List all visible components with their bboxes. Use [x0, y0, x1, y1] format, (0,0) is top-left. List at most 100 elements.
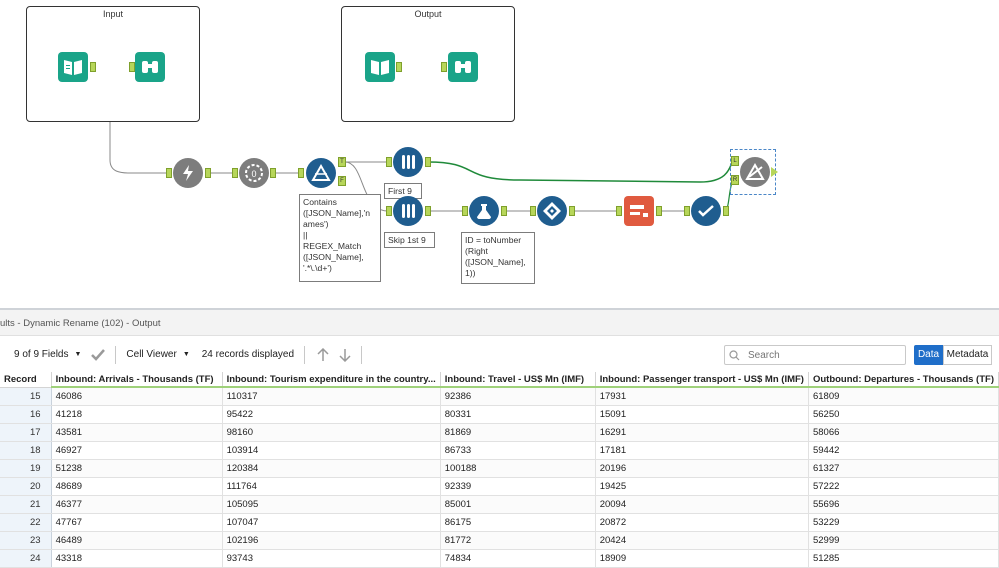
- table-cell[interactable]: 17931: [595, 387, 809, 406]
- table-cell[interactable]: 53229: [808, 513, 999, 532]
- input-anchor[interactable]: [684, 206, 690, 216]
- search-input[interactable]: [746, 348, 900, 362]
- table-cell[interactable]: 43318: [51, 549, 223, 568]
- table-cell[interactable]: 107047: [222, 513, 441, 532]
- column-header[interactable]: Outbound: Departures - Thousands (TF): [808, 372, 999, 388]
- table-cell[interactable]: 51285: [808, 549, 999, 568]
- join-icon[interactable]: [740, 157, 770, 187]
- table-cell[interactable]: 58066: [808, 423, 999, 442]
- arrow-up-icon[interactable]: [317, 347, 329, 362]
- table-cell[interactable]: 52999: [808, 531, 999, 550]
- record-number[interactable]: 23: [0, 531, 52, 550]
- table-cell[interactable]: 20872: [595, 513, 809, 532]
- output-anchor[interactable]: [90, 62, 96, 72]
- input-anchor[interactable]: [441, 62, 447, 72]
- table-row[interactable]: 18 46927 103914 86733 17181 59442: [0, 441, 999, 460]
- record-number[interactable]: 21: [0, 495, 52, 514]
- table-cell[interactable]: 16291: [595, 423, 809, 442]
- record-number[interactable]: 18: [0, 441, 52, 460]
- output-anchor[interactable]: [396, 62, 402, 72]
- table-cell[interactable]: 85001: [440, 495, 596, 514]
- table-cell[interactable]: 81772: [440, 531, 596, 550]
- record-number[interactable]: 19: [0, 459, 52, 478]
- input-anchor[interactable]: [386, 157, 392, 167]
- arrow-down-icon[interactable]: [339, 348, 351, 362]
- input-anchor[interactable]: [386, 206, 392, 216]
- select-icon[interactable]: [691, 196, 721, 226]
- table-cell[interactable]: 56250: [808, 405, 999, 424]
- cell-viewer-dropdown[interactable]: Cell Viewer ▼: [126, 349, 189, 360]
- table-cell[interactable]: 120384: [222, 459, 441, 478]
- sample-icon[interactable]: [393, 196, 423, 226]
- record-number[interactable]: 22: [0, 513, 52, 532]
- table-cell[interactable]: 92339: [440, 477, 596, 496]
- table-cell[interactable]: 111764: [222, 477, 441, 496]
- formula-icon[interactable]: [469, 196, 499, 226]
- record-number[interactable]: 16: [0, 405, 52, 424]
- table-cell[interactable]: 86175: [440, 513, 596, 532]
- browse-icon[interactable]: [448, 52, 478, 82]
- container-input[interactable]: Input: [26, 6, 200, 122]
- input-anchor[interactable]: [298, 168, 304, 178]
- table-row[interactable]: 19 51238 120384 100188 20196 61327: [0, 459, 999, 478]
- output-anchor[interactable]: [205, 168, 211, 178]
- column-header[interactable]: Inbound: Tourism expenditure in the coun…: [222, 372, 441, 388]
- output-arrow[interactable]: [771, 167, 778, 177]
- table-cell[interactable]: 95422: [222, 405, 441, 424]
- table-cell[interactable]: 41218: [51, 405, 223, 424]
- table-cell[interactable]: 20196: [595, 459, 809, 478]
- true-anchor[interactable]: T: [338, 157, 346, 167]
- table-cell[interactable]: 81869: [440, 423, 596, 442]
- table-row[interactable]: 24 43318 93743 74834 18909 51285: [0, 549, 999, 568]
- table-cell[interactable]: 61327: [808, 459, 999, 478]
- table-cell[interactable]: 59442: [808, 441, 999, 460]
- table-cell[interactable]: 80331: [440, 405, 596, 424]
- table-cell[interactable]: 61809: [808, 387, 999, 406]
- column-header[interactable]: Inbound: Passenger transport - US$ Mn (I…: [595, 372, 809, 388]
- record-number[interactable]: 24: [0, 549, 52, 568]
- table-cell[interactable]: 46086: [51, 387, 223, 406]
- table-cell[interactable]: 74834: [440, 549, 596, 568]
- checkmark-icon[interactable]: [91, 348, 106, 361]
- filter-icon[interactable]: [306, 158, 336, 188]
- table-cell[interactable]: 103914: [222, 441, 441, 460]
- table-cell[interactable]: 51238: [51, 459, 223, 478]
- column-header[interactable]: Inbound: Travel - US$ Mn (IMF): [440, 372, 596, 388]
- output-anchor[interactable]: [425, 157, 431, 167]
- table-cell[interactable]: 93743: [222, 549, 441, 568]
- right-anchor[interactable]: R: [731, 175, 739, 185]
- false-anchor[interactable]: F: [338, 176, 346, 186]
- table-cell[interactable]: 110317: [222, 387, 441, 406]
- input-data-icon[interactable]: [365, 52, 395, 82]
- output-anchor[interactable]: [656, 206, 662, 216]
- output-anchor[interactable]: [501, 206, 507, 216]
- table-cell[interactable]: 86733: [440, 441, 596, 460]
- cross-tab-icon[interactable]: [537, 196, 567, 226]
- output-anchor[interactable]: [270, 168, 276, 178]
- table-row[interactable]: 22 47767 107047 86175 20872 53229: [0, 513, 999, 532]
- column-header[interactable]: Record: [0, 372, 52, 388]
- table-cell[interactable]: 105095: [222, 495, 441, 514]
- sample-icon[interactable]: [393, 147, 423, 177]
- table-row[interactable]: 17 43581 98160 81869 16291 58066: [0, 423, 999, 442]
- table-cell[interactable]: 17181: [595, 441, 809, 460]
- regex-icon[interactable]: 0: [239, 158, 269, 188]
- table-cell[interactable]: 100188: [440, 459, 596, 478]
- data-button[interactable]: Data: [914, 345, 943, 365]
- input-anchor[interactable]: [462, 206, 468, 216]
- table-cell[interactable]: 20424: [595, 531, 809, 550]
- fields-selector[interactable]: 9 of 9 Fields ▼: [14, 349, 81, 360]
- input-anchor[interactable]: [166, 168, 172, 178]
- table-row[interactable]: 20 48689 111764 92339 19425 57222: [0, 477, 999, 496]
- table-row[interactable]: 16 41218 95422 80331 15091 56250: [0, 405, 999, 424]
- metadata-button[interactable]: Metadata: [943, 345, 992, 365]
- table-cell[interactable]: 92386: [440, 387, 596, 406]
- output-anchor[interactable]: [425, 206, 431, 216]
- table-cell[interactable]: 48689: [51, 477, 223, 496]
- table-cell[interactable]: 46927: [51, 441, 223, 460]
- record-number[interactable]: 17: [0, 423, 52, 442]
- table-cell[interactable]: 47767: [51, 513, 223, 532]
- column-header[interactable]: Inbound: Arrivals - Thousands (TF): [51, 372, 223, 388]
- table-cell[interactable]: 55696: [808, 495, 999, 514]
- table-row[interactable]: 15 46086 110317 92386 17931 61809: [0, 387, 999, 406]
